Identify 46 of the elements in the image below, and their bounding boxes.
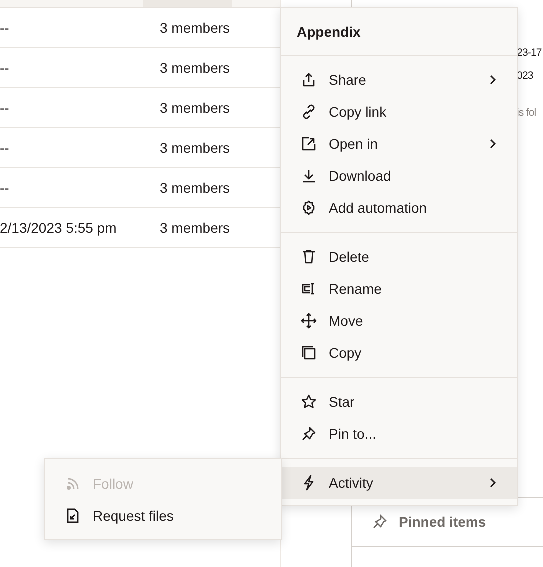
table-cell-text: --	[0, 100, 10, 116]
star-icon	[301, 394, 317, 410]
menu-item[interactable]: Delete	[281, 241, 517, 273]
table-cell-text: --	[0, 180, 10, 196]
menu-item[interactable]: Pin to...	[281, 418, 517, 450]
open-external-icon	[301, 136, 317, 152]
table-cell-text: --	[0, 20, 10, 36]
pin-icon	[301, 426, 317, 442]
table-cell: 3 members	[160, 20, 230, 36]
pin-icon	[372, 514, 388, 530]
pinned-items-link[interactable]: Pinned items	[399, 514, 486, 530]
menu-item[interactable]: Add automation	[281, 192, 517, 224]
document-icon	[65, 508, 81, 524]
menu-item[interactable]: Rename	[281, 273, 517, 305]
download-icon	[301, 168, 317, 184]
menu-item[interactable]: Copy link	[281, 96, 517, 128]
link-icon	[301, 104, 317, 120]
trash-icon	[301, 249, 317, 265]
menu-item[interactable]: Move	[281, 305, 517, 337]
table-cell: 3 members	[160, 140, 230, 156]
panel-text: 023	[517, 69, 534, 84]
menu-item[interactable]: Activity	[281, 467, 517, 499]
chevron-right-icon	[489, 74, 497, 86]
move-arrows-icon	[301, 313, 317, 329]
menu-item[interactable]: Star	[281, 386, 517, 418]
menu-item[interactable]: Download	[281, 160, 517, 192]
table-cell-text: --	[0, 60, 10, 76]
menu-item[interactable]: Copy	[281, 337, 517, 369]
table-cell-text: 2/13/2023 5:55 pm	[0, 220, 118, 236]
table-cell-text: --	[0, 140, 10, 156]
text-cursor-icon	[301, 281, 317, 297]
table-cell: 3 members	[160, 180, 230, 196]
chevron-right-icon	[489, 138, 497, 150]
gear-icon	[301, 200, 317, 216]
feed-icon	[65, 476, 81, 492]
copy-icon	[301, 345, 317, 361]
table-cell: 3 members	[160, 220, 230, 236]
menu-item[interactable]: Request files	[45, 500, 281, 532]
panel-text: 23-17	[517, 46, 542, 61]
menu-item[interactable]: Share	[281, 64, 517, 96]
menu-item[interactable]: Open in	[281, 128, 517, 160]
chevron-right-icon	[489, 477, 497, 489]
menu-title: Appendix	[281, 8, 517, 56]
table-cell: 3 members	[160, 100, 230, 116]
share-icon	[301, 72, 317, 88]
table-cell: 3 members	[160, 60, 230, 76]
